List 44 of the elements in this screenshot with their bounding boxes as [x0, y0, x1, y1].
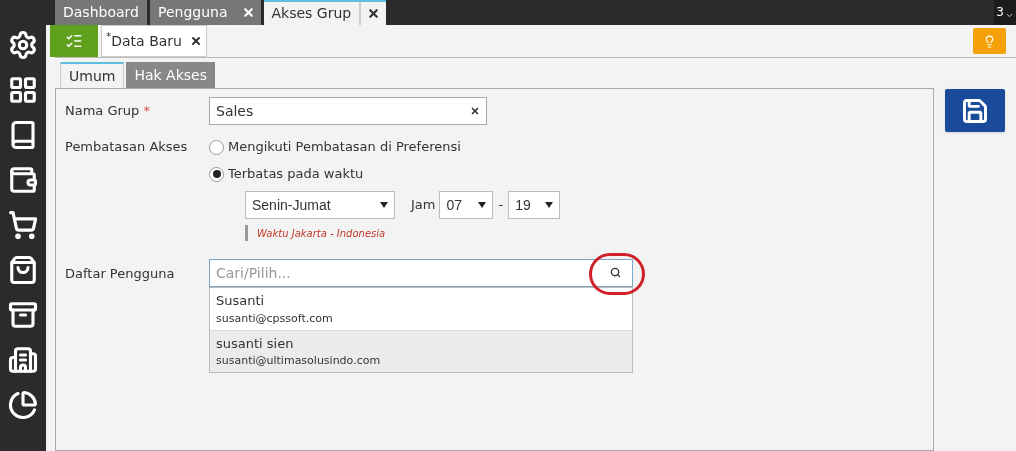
hour-label: Jam [411, 196, 436, 215]
separator: - [498, 196, 504, 215]
user-option[interactable]: susanti sien susanti@ultimasolusindo.com [210, 330, 632, 372]
pie-chart-icon[interactable] [8, 390, 38, 420]
bag-icon[interactable] [8, 255, 38, 285]
cart-icon[interactable] [8, 210, 38, 240]
close-icon[interactable] [367, 7, 381, 20]
days-select[interactable]: Senin-Jumat [245, 191, 395, 219]
building-icon[interactable] [8, 345, 38, 375]
page-tab[interactable]: Pengguna [149, 0, 261, 25]
close-icon[interactable] [189, 35, 202, 47]
hour-select[interactable]: 07 [439, 191, 494, 219]
field-label: Nama Grup * [65, 102, 151, 121]
clear-icon[interactable] [470, 106, 480, 116]
chevron-icon [1004, 11, 1014, 20]
cabinet-icon[interactable] [8, 300, 38, 330]
group-name-field[interactable]: Sales [209, 97, 487, 125]
save-button[interactable] [945, 89, 1005, 132]
document-tab[interactable]: $^{*}$Data Baru [101, 25, 207, 57]
gear-icon[interactable] [8, 30, 38, 60]
save-icon [961, 96, 989, 125]
list-icon [65, 32, 83, 50]
radio-label: Terbatas pada waktu [228, 165, 364, 184]
wallet-icon[interactable] [8, 165, 38, 195]
field-label: Daftar Pengguna [65, 265, 176, 283]
radio-button[interactable] [209, 166, 224, 182]
grid-icon[interactable] [8, 75, 38, 105]
dropdown-arrow-icon [380, 202, 388, 208]
user-search-field[interactable]: Cari/Pilih... [209, 259, 633, 287]
radio-label: Mengikuti Pembatasan di Preferensi [228, 138, 461, 157]
timezone-note: Waktu Jakarta - Indonesia [257, 226, 386, 241]
form-tab[interactable]: Hak Akses [126, 62, 215, 88]
radio-button[interactable] [209, 139, 224, 155]
search-icon[interactable] [610, 267, 621, 278]
dropdown-arrow-icon [545, 202, 554, 208]
page-tab[interactable]: Akses Grup [263, 0, 387, 25]
tab-count[interactable]: 3 [994, 0, 1016, 25]
dropdown-arrow-icon [478, 202, 487, 208]
lightbulb-icon [983, 34, 996, 48]
book-icon[interactable] [8, 120, 38, 150]
hour-select[interactable]: 19 [508, 191, 561, 219]
form-tab[interactable]: Umum [60, 62, 125, 88]
page-tab[interactable]: Dashboard [55, 0, 147, 25]
field-label: Pembatasan Akses [65, 138, 189, 156]
